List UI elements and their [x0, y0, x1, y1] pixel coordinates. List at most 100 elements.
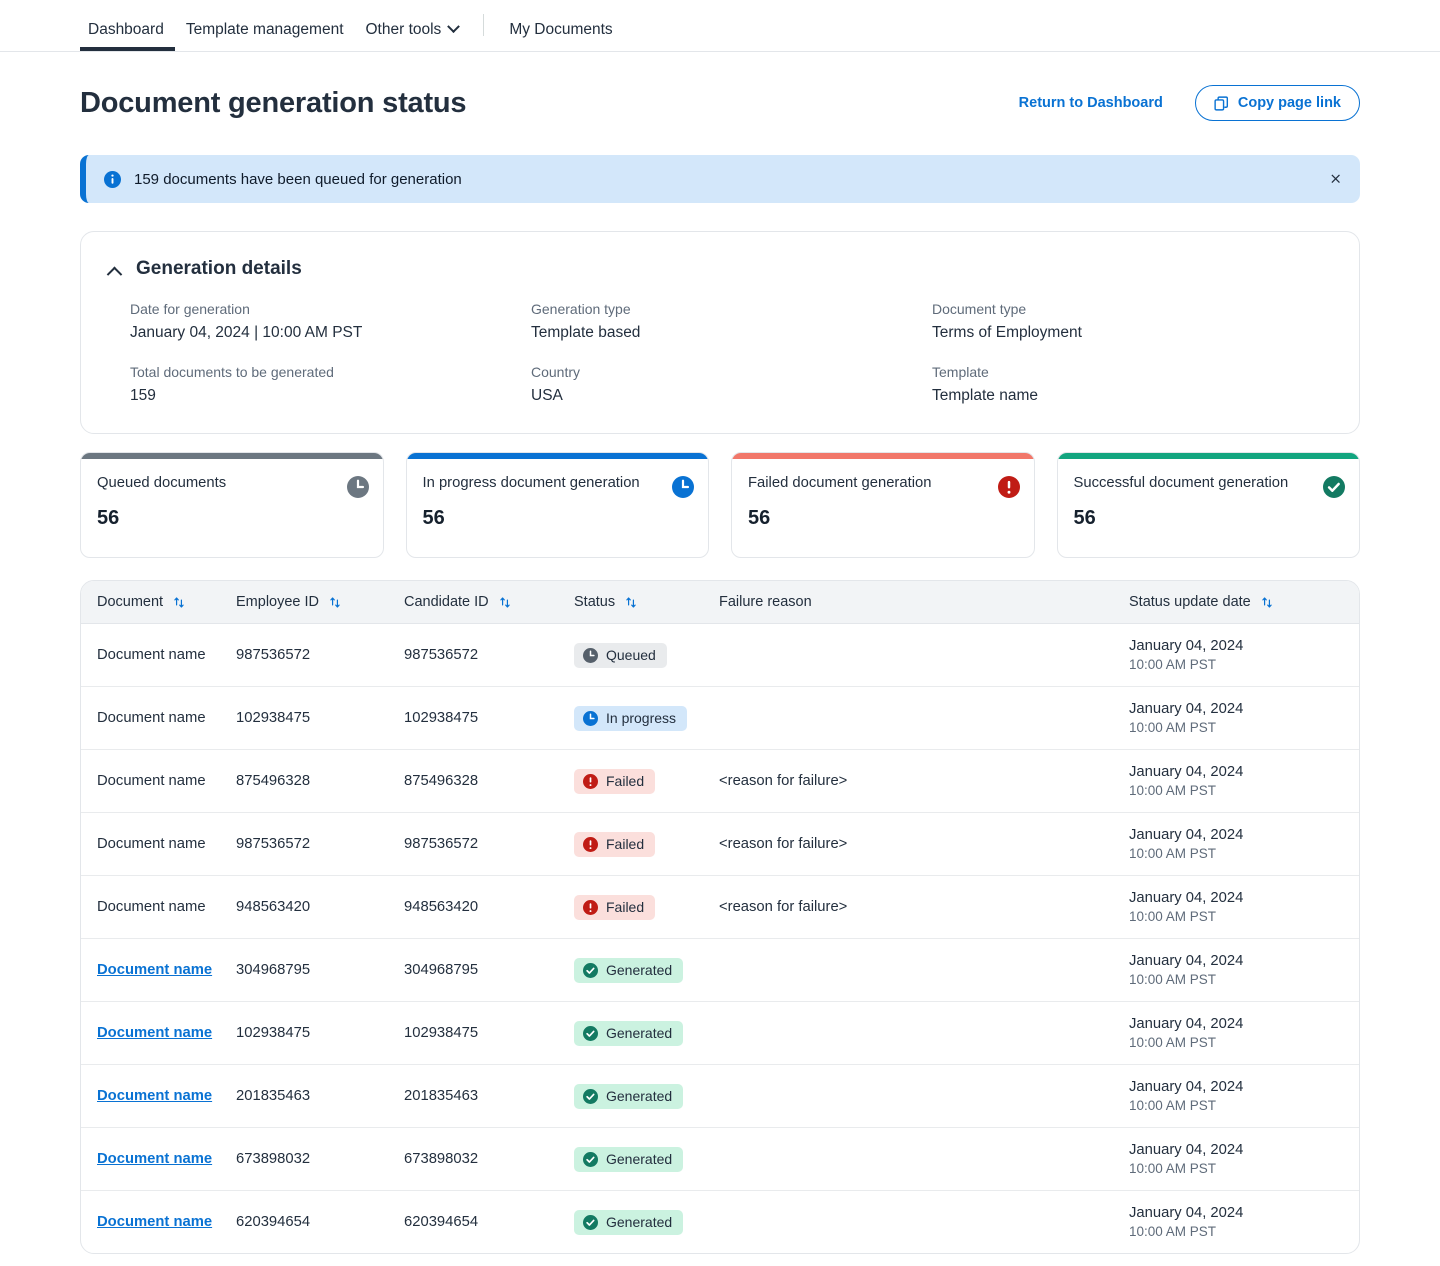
- detail-value: 159: [130, 387, 156, 404]
- detail-value: January 04, 2024 | 10:00 AM PST: [130, 324, 363, 341]
- cell-document: Document name: [81, 1191, 236, 1254]
- status-card: In progress document generation 56: [405, 452, 709, 558]
- status-badge: Generated: [574, 1209, 684, 1235]
- nav-item-dashboard[interactable]: Dashboard: [80, 21, 175, 51]
- status-time: 10:00 AM PST: [1129, 1035, 1217, 1050]
- copy-page-link-button[interactable]: Copy page link: [1194, 85, 1360, 121]
- column-header-label: Employee ID: [236, 594, 320, 610]
- status-date: January 04, 2024: [1129, 638, 1244, 654]
- cell-failure-reason: [719, 1001, 1129, 1065]
- cell-candidate-id: 875496328: [404, 749, 574, 813]
- status-badge-label: Generated: [606, 1088, 673, 1104]
- cell-status: Generated: [574, 938, 719, 1002]
- status-time: 10:00 AM PST: [1129, 1224, 1217, 1239]
- column-header-label: Candidate ID: [404, 594, 489, 610]
- sort-icon[interactable]: [625, 596, 637, 609]
- status-card: Queued documents 56: [80, 452, 384, 558]
- status-badge-label: Generated: [606, 962, 673, 978]
- card-value: 56: [97, 506, 120, 529]
- detail-label: Generation type: [531, 301, 631, 317]
- detail-label: Country: [531, 364, 581, 380]
- detail-value: Terms of Employment: [932, 324, 1082, 341]
- document-name-link[interactable]: Document name: [97, 1088, 212, 1104]
- status-card: Successful document generation 56: [1056, 452, 1360, 558]
- status-date: January 04, 2024: [1129, 827, 1244, 843]
- card-body: Successful document generation 56: [1058, 459, 1360, 530]
- sort-icon[interactable]: [329, 596, 341, 609]
- header-actions: Return to Dashboard Copy page link: [1019, 85, 1360, 121]
- check-circle-icon: [583, 1025, 598, 1041]
- sort-icon[interactable]: [1261, 596, 1273, 609]
- cell-failure-reason: <reason for failure>: [719, 749, 1129, 813]
- status-time: 10:00 AM PST: [1129, 1098, 1217, 1113]
- generation-details-header[interactable]: Generation details: [106, 258, 1333, 282]
- cell-status: Failed: [574, 875, 719, 939]
- clock-icon: [672, 476, 694, 498]
- column-header-employee-id[interactable]: Employee ID: [236, 581, 404, 624]
- status-time: 10:00 AM PST: [1129, 909, 1217, 924]
- sort-icon[interactable]: [499, 596, 511, 609]
- column-header-failure-reason: Failure reason: [719, 581, 1129, 624]
- check-circle-icon: [583, 1088, 598, 1104]
- table-header-row: Document Employee ID Candidate ID Status Fai…: [81, 581, 1359, 624]
- status-badge: Failed: [574, 894, 656, 920]
- cell-status: Failed: [574, 749, 719, 813]
- status-date: January 04, 2024: [1129, 1205, 1244, 1221]
- cell-status: Generated: [574, 1191, 719, 1254]
- cell-document: Document name: [81, 749, 236, 813]
- column-header-document[interactable]: Document: [81, 581, 236, 624]
- check-circle-icon: [1323, 476, 1345, 498]
- status-badge: Queued: [574, 642, 667, 668]
- column-header-status-update-date[interactable]: Status update date: [1129, 581, 1359, 624]
- status-badge: In progress: [574, 705, 688, 731]
- info-alert-banner: 159 documents have been queued for gener…: [80, 155, 1360, 203]
- status-date: January 04, 2024: [1129, 764, 1244, 780]
- status-badge-label: Failed: [606, 836, 645, 852]
- generation-details-grid: Date for generation January 04, 2024 | 10…: [107, 301, 1333, 405]
- cell-candidate-id: 987536572: [404, 812, 574, 876]
- cell-document: Document name: [81, 1127, 236, 1191]
- detail-label: Document type: [932, 301, 1027, 317]
- cell-candidate-id: 620394654: [404, 1214, 479, 1230]
- status-date: January 04, 2024: [1129, 1016, 1244, 1032]
- card-label: Successful document generation: [1073, 475, 1289, 491]
- card-body: Queued documents 56: [81, 459, 383, 530]
- detail-field: Total documents to be generated 159: [130, 364, 531, 405]
- cell-status-update-date: January 04, 2024 10:00 AM PST: [1129, 1001, 1359, 1065]
- document-name-link[interactable]: Document name: [97, 962, 212, 978]
- detail-label: Template: [932, 364, 989, 380]
- page-container: Document generation status Return to Das…: [0, 52, 1440, 1254]
- cell-candidate-id: 102938475: [404, 1001, 574, 1065]
- nav-item-other-tools[interactable]: Other tools: [355, 20, 470, 52]
- check-circle-icon: [583, 1151, 598, 1167]
- cell-status: Queued: [574, 623, 719, 687]
- cell-document: Document name: [81, 686, 236, 750]
- cell-candidate-id: 304968795: [404, 938, 574, 1002]
- return-to-dashboard-link[interactable]: Return to Dashboard: [1019, 95, 1163, 111]
- copy-page-link-label: Copy page link: [1237, 95, 1341, 111]
- column-header-candidate-id[interactable]: Candidate ID: [404, 581, 574, 624]
- cell-candidate-id: 201835463: [404, 1064, 574, 1128]
- status-badge-label: In progress: [606, 710, 677, 726]
- cell-employee-id: 875496328: [236, 749, 404, 813]
- status-badge: Failed: [574, 768, 656, 794]
- document-name-link[interactable]: Document name: [97, 1151, 212, 1167]
- status-time: 10:00 AM PST: [1129, 720, 1217, 735]
- document-name-link[interactable]: Document name: [97, 1214, 212, 1230]
- chevron-down-icon[interactable]: [447, 20, 461, 33]
- document-name-link[interactable]: Document name: [97, 1025, 212, 1041]
- error-icon: [583, 773, 598, 789]
- sort-icon[interactable]: [173, 596, 185, 609]
- card-value: 56: [422, 506, 445, 529]
- cell-failure-reason: <reason for failure>: [719, 812, 1129, 876]
- nav-item-my-documents[interactable]: My Documents: [498, 21, 623, 52]
- column-header-status[interactable]: Status: [574, 581, 719, 624]
- close-icon[interactable]: ×: [1329, 171, 1342, 187]
- chevron-up-icon[interactable]: [106, 266, 123, 282]
- card-body: In progress document generation 56: [407, 459, 709, 530]
- cell-document: Document name: [81, 1001, 236, 1065]
- card-label: Queued documents: [97, 475, 227, 491]
- top-navigation: Dashboard Template management Other tools …: [0, 0, 1440, 52]
- document-name-text: Document name: [97, 773, 206, 789]
- nav-item-template-management[interactable]: Template management: [175, 21, 355, 52]
